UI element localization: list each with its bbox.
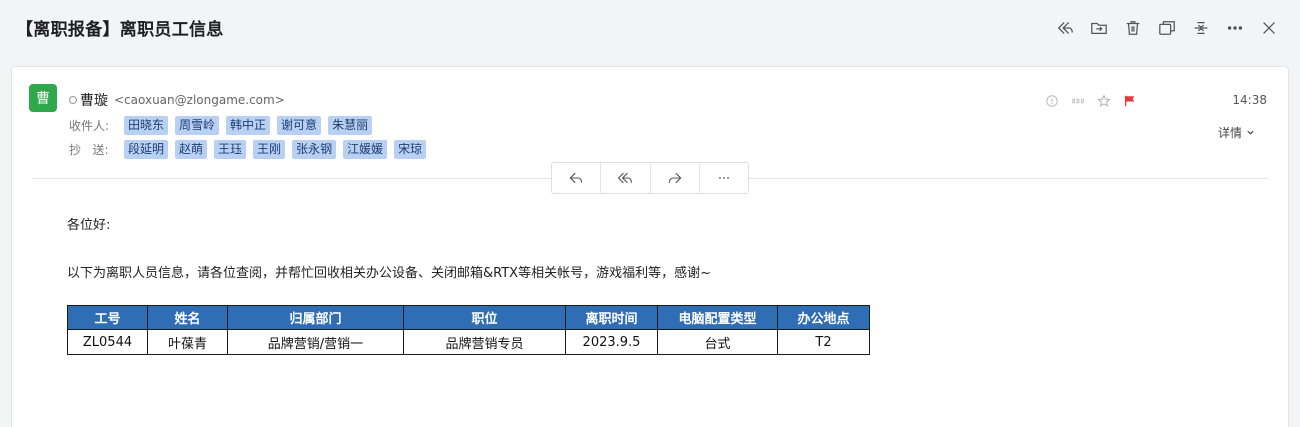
avatar[interactable]: 曹 xyxy=(29,84,57,112)
table-cell: 台式 xyxy=(657,329,778,355)
col-header: 工号 xyxy=(67,305,148,330)
cc-chip[interactable]: 赵萌 xyxy=(175,140,208,159)
star-icon[interactable] xyxy=(1096,93,1112,109)
more-actions-button[interactable] xyxy=(700,163,748,193)
cc-label: 抄 送: xyxy=(69,143,109,157)
body-greeting: 各位好: xyxy=(67,218,111,233)
to-row: 收件人: 田晓东 周雪岭 韩中正 谢可意 朱慧丽 xyxy=(69,116,379,135)
new-window-icon[interactable] xyxy=(1150,16,1184,40)
col-header: 办公地点 xyxy=(777,305,870,330)
staff-table: 工号 姓名 归属部门 职位 离职时间 电脑配置类型 办公地点 ZL0544 叶葆… xyxy=(67,305,870,355)
reply-button-group xyxy=(551,162,749,194)
col-header: 离职时间 xyxy=(565,305,658,330)
table-cell: ZL0544 xyxy=(67,329,148,355)
details-label: 详情 xyxy=(1217,126,1242,140)
meta-icons xyxy=(1044,93,1138,109)
presence-icon xyxy=(69,96,77,104)
reply-all-button[interactable] xyxy=(601,163,651,193)
col-header: 职位 xyxy=(403,305,566,330)
collapse-icon[interactable] xyxy=(1184,16,1218,40)
email-subject: 【离职报备】离职员工信息 xyxy=(16,20,224,40)
col-header: 归属部门 xyxy=(227,305,404,330)
cc-chip[interactable]: 张永钢 xyxy=(292,140,337,159)
recipient-chip[interactable]: 田晓东 xyxy=(124,116,169,135)
sender-name[interactable]: 曹璇 xyxy=(80,90,108,110)
recipient-chip[interactable]: 谢可意 xyxy=(277,116,322,135)
table-row: ZL0544 叶葆青 品牌营销/营销一 品牌营销专员 2023.9.5 台式 T… xyxy=(67,329,870,355)
reply-all-icon xyxy=(618,172,633,184)
to-label: 收件人: xyxy=(69,119,110,133)
cc-chip[interactable]: 王刚 xyxy=(253,140,286,159)
more-icon xyxy=(718,177,729,179)
email-time: 14:38 xyxy=(1232,93,1267,107)
cc-chip[interactable]: 江媛媛 xyxy=(343,140,388,159)
more-icon[interactable] xyxy=(1218,16,1252,40)
table-cell: 叶葆青 xyxy=(147,329,228,355)
top-action-toolbar xyxy=(1048,16,1286,40)
close-icon[interactable] xyxy=(1252,16,1286,40)
recipient-chip[interactable]: 朱慧丽 xyxy=(328,116,373,135)
sender-email[interactable]: <caoxuan@zlongame.com> xyxy=(114,93,285,107)
cc-chip[interactable]: 宋琼 xyxy=(394,140,427,159)
col-header: 电脑配置类型 xyxy=(657,305,778,330)
cc-chip[interactable]: 王珏 xyxy=(214,140,247,159)
reply-button[interactable] xyxy=(552,163,602,193)
table-cell: T2 xyxy=(777,329,870,355)
sender-row: 曹璇 <caoxuan@zlongame.com> xyxy=(69,90,285,110)
forward-icon xyxy=(668,172,682,184)
table-cell: 品牌营销/营销一 xyxy=(227,329,404,355)
reply-all-icon[interactable] xyxy=(1048,16,1082,40)
chevron-down-icon xyxy=(1247,130,1254,135)
move-folder-icon[interactable] xyxy=(1082,16,1116,40)
dots-icon[interactable] xyxy=(1070,93,1086,109)
delete-icon[interactable] xyxy=(1116,16,1150,40)
table-cell: 2023.9.5 xyxy=(565,329,658,355)
cc-chip[interactable]: 段延明 xyxy=(124,140,169,159)
info-icon[interactable] xyxy=(1044,93,1060,109)
col-header: 姓名 xyxy=(147,305,228,330)
reply-icon xyxy=(569,172,583,184)
forward-button[interactable] xyxy=(651,163,700,193)
recipient-chip[interactable]: 韩中正 xyxy=(226,116,271,135)
top-bar: 【离职报备】离职员工信息 xyxy=(0,0,1300,56)
table-header-row: 工号 姓名 归属部门 职位 离职时间 电脑配置类型 办公地点 xyxy=(67,305,870,330)
cc-row: 抄 送: 段延明 赵萌 王珏 王刚 张永钢 江媛媛 宋琼 xyxy=(69,140,433,159)
recipient-chip[interactable]: 周雪岭 xyxy=(175,116,220,135)
body-intro: 以下为离职人员信息，请各位查阅，并帮忙回收相关办公设备、关闭邮箱&RTX等相关帐… xyxy=(67,266,711,281)
details-toggle[interactable]: 详情 xyxy=(1218,124,1255,141)
email-card: 曹 曹璇 <caoxuan@zlongame.com> 收件人: 田晓东 周雪岭… xyxy=(11,66,1289,427)
flag-icon[interactable] xyxy=(1122,93,1138,109)
table-cell: 品牌营销专员 xyxy=(403,329,566,355)
